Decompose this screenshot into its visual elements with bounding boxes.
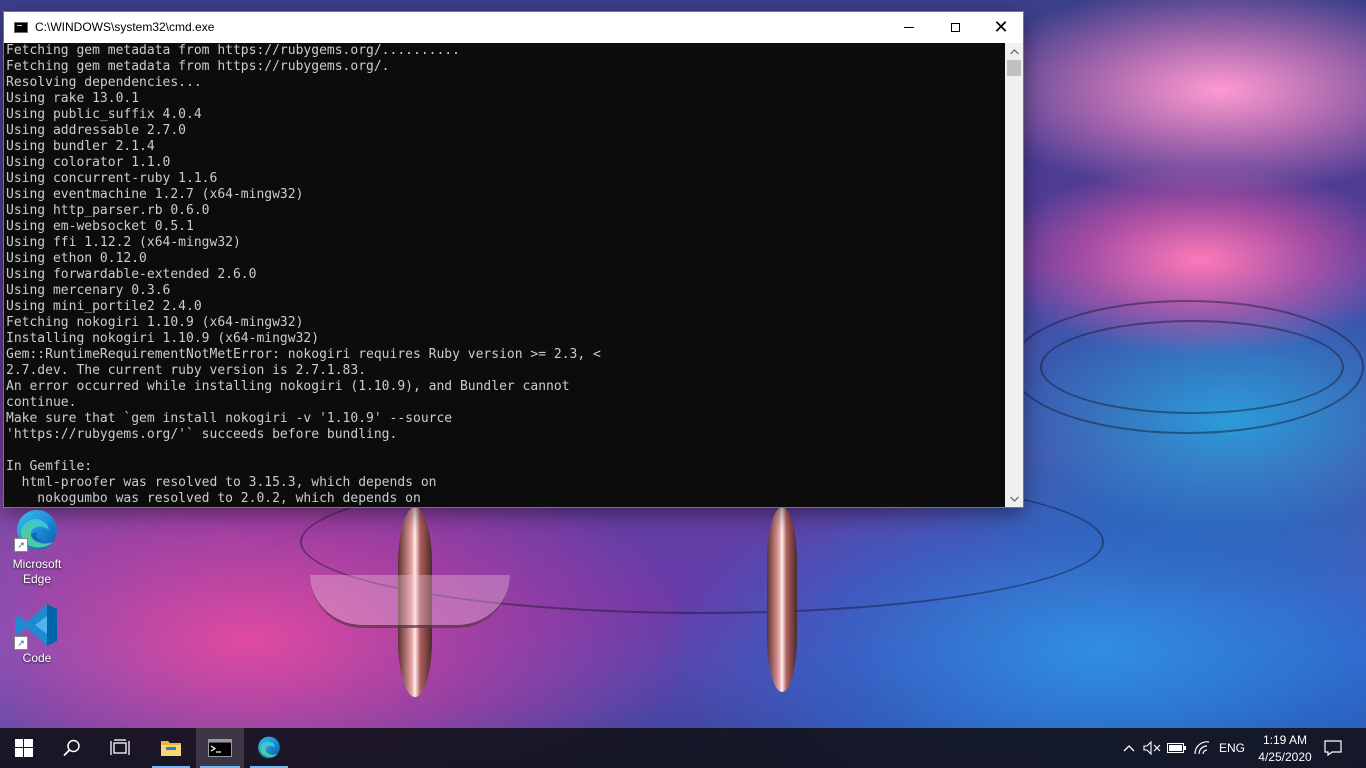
- maximize-icon: [950, 23, 960, 32]
- console-line: 2.7.dev. The current ruby version is 2.7…: [6, 363, 367, 378]
- battery-button[interactable]: [1164, 728, 1190, 768]
- console-line: Resolving dependencies...: [6, 75, 202, 90]
- wifi-icon: [1194, 741, 1210, 755]
- console-line: Using bundler 2.1.4: [6, 139, 155, 154]
- console-line: Using mercenary 0.3.6: [6, 283, 171, 298]
- minimize-button[interactable]: [886, 12, 932, 43]
- cmd-taskbar-button[interactable]: [196, 728, 244, 768]
- cmd-window[interactable]: C:\WINDOWS\system32\cmd.exe ✕ Fetching g…: [4, 12, 1023, 507]
- maximize-button[interactable]: [932, 12, 978, 43]
- show-hidden-icons-button[interactable]: [1118, 728, 1140, 768]
- search-button[interactable]: [48, 728, 96, 768]
- file-explorer-button[interactable]: [148, 728, 194, 768]
- console-line: Using concurrent-ruby 1.1.6: [6, 171, 218, 186]
- chevron-up-icon: [1123, 745, 1135, 752]
- shortcut-arrow-icon: ↗: [14, 636, 28, 650]
- console-line: Make sure that `gem install nokogiri -v …: [6, 411, 453, 426]
- console-text: Fetching gem metadata from https://rubyg…: [6, 43, 601, 507]
- start-icon: [15, 739, 33, 757]
- console-line: Using http_parser.rb 0.6.0: [6, 203, 210, 218]
- scroll-thumb[interactable]: [1007, 60, 1021, 76]
- chevron-up-icon: [1009, 48, 1019, 54]
- scroll-up-button[interactable]: [1005, 43, 1023, 60]
- title-bar[interactable]: C:\WINDOWS\system32\cmd.exe ✕: [4, 12, 1023, 43]
- battery-icon: [1167, 743, 1186, 753]
- minimize-icon: [904, 27, 914, 28]
- console-line: Using eventmachine 1.2.7 (x64-mingw32): [6, 187, 304, 202]
- window-title: C:\WINDOWS\system32\cmd.exe: [35, 20, 215, 34]
- network-button[interactable]: [1190, 728, 1214, 768]
- console-output[interactable]: Fetching gem metadata from https://rubyg…: [4, 43, 1005, 507]
- desktop-icon-label: Code: [22, 651, 52, 665]
- console-line: Using em-websocket 0.5.1: [6, 219, 194, 234]
- action-center-button[interactable]: [1318, 728, 1348, 768]
- scroll-down-button[interactable]: [1005, 490, 1023, 507]
- desktop-icon-edge[interactable]: ↗ Microsoft Edge: [2, 508, 72, 587]
- volume-muted-icon: [1143, 741, 1161, 755]
- console-line: continue.: [6, 395, 77, 410]
- edge-icon: [258, 736, 280, 759]
- task-view-button[interactable]: [96, 728, 144, 768]
- console-line: Using ethon 0.12.0: [6, 251, 147, 266]
- cmd-icon: [208, 739, 232, 757]
- console-line: Installing nokogiri 1.10.9 (x64-mingw32): [6, 331, 320, 346]
- volume-button[interactable]: [1140, 728, 1164, 768]
- console-line: Using ffi 1.12.2 (x64-mingw32): [6, 235, 241, 250]
- file-explorer-icon: [161, 741, 181, 756]
- taskbar: ENG 1:19 AM 4/25/2020: [0, 728, 1366, 768]
- language-indicator[interactable]: ENG: [1219, 741, 1245, 755]
- console-line: nokogumbo was resolved to 2.0.2, which d…: [6, 491, 421, 506]
- console-line: Gem::RuntimeRequirementNotMetError: noko…: [6, 347, 601, 362]
- close-icon: ✕: [993, 16, 1009, 38]
- console-line: Using rake 13.0.1: [6, 91, 140, 106]
- console-line: Using forwardable-extended 2.6.0: [6, 267, 257, 282]
- close-button[interactable]: ✕: [978, 12, 1024, 43]
- console-line: 'https://rubygems.org/'` succeeds before…: [6, 427, 398, 442]
- notification-icon: [1324, 740, 1342, 756]
- console-line: Using addressable 2.7.0: [6, 123, 187, 138]
- console-line: html-proofer was resolved to 3.15.3, whi…: [6, 475, 437, 490]
- edge-taskbar-button[interactable]: [246, 728, 292, 768]
- chevron-down-icon: [1009, 496, 1019, 502]
- clock-date[interactable]: 4/25/2020: [1254, 750, 1316, 764]
- vertical-scrollbar[interactable]: [1005, 43, 1023, 507]
- console-line: Using public_suffix 4.0.4: [6, 107, 202, 122]
- console-line: Using mini_portile2 2.4.0: [6, 299, 202, 314]
- console-line: Fetching nokogiri 1.10.9 (x64-mingw32): [6, 315, 304, 330]
- console-line: Fetching gem metadata from https://rubyg…: [6, 59, 390, 74]
- console-line: An error occurred while installing nokog…: [6, 379, 570, 394]
- task-view-icon: [110, 739, 130, 755]
- cmd-window-icon[interactable]: [14, 22, 28, 33]
- ripple-decoration: [1010, 300, 1364, 434]
- console-line: Fetching gem metadata from https://rubyg…: [6, 43, 460, 58]
- water-drop: [767, 507, 797, 692]
- console-line: Using colorator 1.1.0: [6, 155, 171, 170]
- desktop-icon-code[interactable]: ↗ Code: [2, 602, 72, 666]
- water-splash: [310, 575, 510, 628]
- shortcut-arrow-icon: ↗: [14, 538, 28, 552]
- console-line: In Gemfile:: [6, 459, 93, 474]
- desktop-icon-label: Edge: [22, 572, 52, 586]
- search-icon: [63, 739, 80, 757]
- desktop-icon-label: Microsoft: [12, 557, 62, 571]
- start-button[interactable]: [0, 728, 48, 768]
- clock-time[interactable]: 1:19 AM: [1258, 733, 1312, 747]
